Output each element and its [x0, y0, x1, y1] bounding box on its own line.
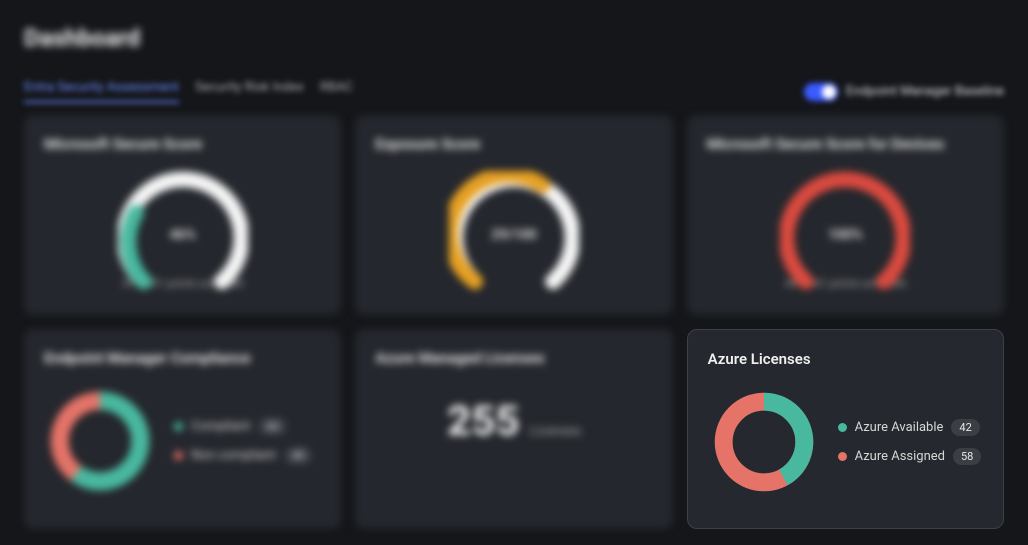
- legend: Azure Available 42 Azure Assigned 58: [838, 419, 982, 465]
- topbar: Entra Security Assessment Security Risk …: [24, 80, 1004, 103]
- legend-label: Compliant: [191, 419, 250, 434]
- baseline-toggle-label: Endpoint Manager Baseline: [846, 84, 1004, 99]
- legend-label: Azure Assigned: [855, 449, 945, 464]
- gauge-exposure: 29/100: [449, 171, 579, 271]
- bignum-unit: Licenses: [530, 424, 581, 439]
- swatch-icon: [174, 451, 183, 460]
- legend-label: Non compliant: [191, 448, 276, 463]
- card-endpoint-compliance[interactable]: Endpoint Manager Compliance Compliant 60…: [24, 329, 341, 529]
- card-title: Azure Managed Licenses: [375, 349, 652, 367]
- card-title: Endpoint Manager Compliance: [44, 349, 321, 367]
- bignum-wrap: 255 Licenses: [375, 397, 652, 446]
- baseline-toggle-wrap: Endpoint Manager Baseline: [804, 83, 1004, 101]
- gauge-value: 100%: [780, 227, 910, 243]
- tabs: Entra Security Assessment Security Risk …: [24, 80, 353, 103]
- legend-count: 40: [284, 447, 312, 464]
- card-secure-devices[interactable]: Microsoft Secure Score for Devices 100% …: [687, 115, 1004, 315]
- gauge-value: 46%: [118, 227, 248, 243]
- card-managed-licenses[interactable]: Azure Managed Licenses 255 Licenses: [355, 329, 672, 529]
- swatch-icon: [838, 452, 847, 461]
- legend: Compliant 60 Non compliant 40: [174, 418, 312, 464]
- legend-label: Azure Available: [855, 420, 944, 435]
- gauge-wrap: 46% 414/891 points achieved: [44, 171, 321, 290]
- card-exposure-score[interactable]: Exposure Score 29/100: [355, 115, 672, 315]
- legend-noncompliant: Non compliant 40: [174, 447, 312, 464]
- card-title: Azure Licenses: [708, 350, 983, 368]
- card-azure-licenses[interactable]: Azure Licenses Azure Available 42 Azure …: [687, 329, 1004, 529]
- gauge-value: 29/100: [449, 227, 579, 243]
- legend-assigned: Azure Assigned 58: [838, 448, 982, 465]
- tab-rbac[interactable]: RBAC: [320, 80, 353, 103]
- legend-count: 42: [951, 419, 979, 436]
- tab-entra-security-assessment[interactable]: Entra Security Assessment: [24, 80, 179, 103]
- donut-row: Azure Available 42 Azure Assigned 58: [708, 386, 983, 498]
- gauge-wrap: 29/100: [375, 171, 652, 271]
- swatch-icon: [174, 422, 183, 431]
- gauge-secure-score: 46%: [118, 171, 248, 271]
- gauge-secure-devices: 100%: [780, 171, 910, 271]
- card-secure-score[interactable]: Microsoft Secure Score 46% 414/891 point…: [24, 115, 341, 315]
- card-title: Microsoft Secure Score: [44, 135, 321, 153]
- card-title: Microsoft Secure Score for Devices: [707, 135, 984, 153]
- gauge-wrap: 100% 441/441 points achieved: [707, 171, 984, 290]
- tab-security-risk-index[interactable]: Security Risk Index: [195, 80, 304, 103]
- card-grid: Microsoft Secure Score 46% 414/891 point…: [24, 115, 1004, 529]
- legend-count: 58: [953, 448, 981, 465]
- legend-count: 60: [258, 418, 286, 435]
- donut-azure-licenses: [708, 386, 820, 498]
- legend-compliant: Compliant 60: [174, 418, 312, 435]
- donut-compliance: [44, 385, 156, 497]
- card-title: Exposure Score: [375, 135, 652, 153]
- swatch-icon: [838, 423, 847, 432]
- legend-available: Azure Available 42: [838, 419, 982, 436]
- donut-row: Compliant 60 Non compliant 40: [44, 385, 321, 497]
- page-title: Dashboard: [24, 24, 1004, 52]
- baseline-toggle[interactable]: [804, 83, 838, 101]
- bignum-value: 255: [447, 397, 520, 446]
